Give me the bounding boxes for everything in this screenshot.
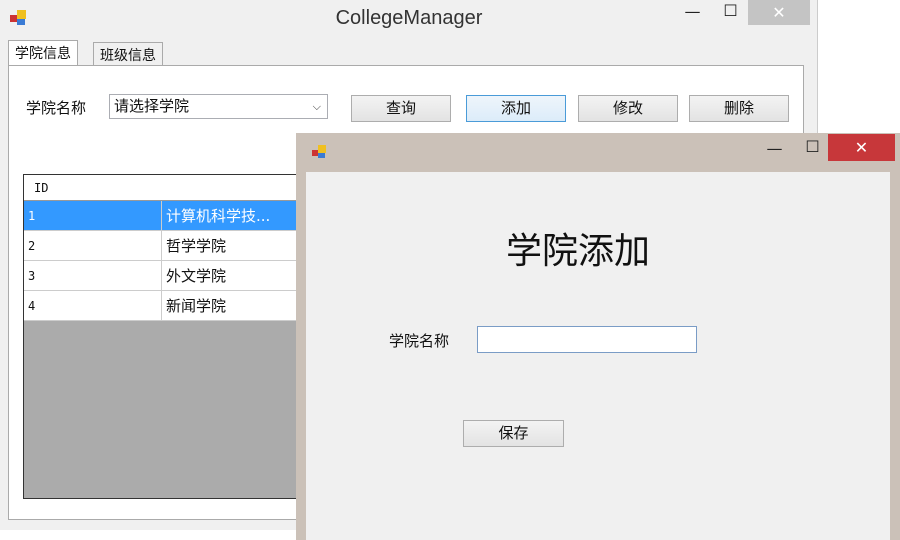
add-button[interactable]: 添加 <box>466 95 566 122</box>
college-name-label: 学院名称 <box>26 99 87 117</box>
close-button[interactable]: ✕ <box>748 0 810 25</box>
column-header-id[interactable]: ID <box>24 175 162 201</box>
edit-button[interactable]: 修改 <box>578 95 678 122</box>
minimize-button[interactable]: — <box>762 139 787 158</box>
college-select-value: 请选择学院 <box>114 97 190 115</box>
cell-id: 1 <box>24 201 162 231</box>
save-button[interactable]: 保存 <box>463 420 564 447</box>
tab-class-info[interactable]: 班级信息 <box>93 42 163 66</box>
college-name-input[interactable] <box>477 326 697 353</box>
maximize-button[interactable]: ☐ <box>718 1 743 20</box>
college-name-label: 学院名称 <box>389 332 450 350</box>
tab-college-info[interactable]: 学院信息 <box>8 40 78 66</box>
table-row[interactable]: 4 新闻学院 <box>24 291 322 321</box>
minimize-button[interactable]: — <box>680 2 705 21</box>
maximize-button[interactable]: ☐ <box>800 137 825 156</box>
delete-button[interactable]: 删除 <box>689 95 789 122</box>
query-button[interactable]: 查询 <box>351 95 451 122</box>
table-row[interactable]: 2 哲学学院 <box>24 231 322 261</box>
cell-id: 3 <box>24 261 162 291</box>
college-grid[interactable]: ID 1 计算机科学技... 2 哲学学院 3 外文学院 4 新闻学院 <box>23 174 323 499</box>
chevron-down-icon: ⌵ <box>312 100 321 113</box>
table-row[interactable]: 1 计算机科学技... <box>24 201 322 231</box>
close-button[interactable]: ✕ <box>828 134 895 161</box>
college-select[interactable]: 请选择学院 ⌵ <box>109 94 328 119</box>
app-icon <box>312 145 330 161</box>
grid-header: ID <box>24 175 322 201</box>
add-college-dialog: — ☐ ✕ 学院添加 学院名称 保存 <box>296 133 900 540</box>
cell-id: 4 <box>24 291 162 321</box>
dialog-heading: 学院添加 <box>505 231 650 272</box>
table-row[interactable]: 3 外文学院 <box>24 261 322 291</box>
dialog-client: 学院添加 学院名称 保存 <box>306 172 890 540</box>
cell-id: 2 <box>24 231 162 261</box>
